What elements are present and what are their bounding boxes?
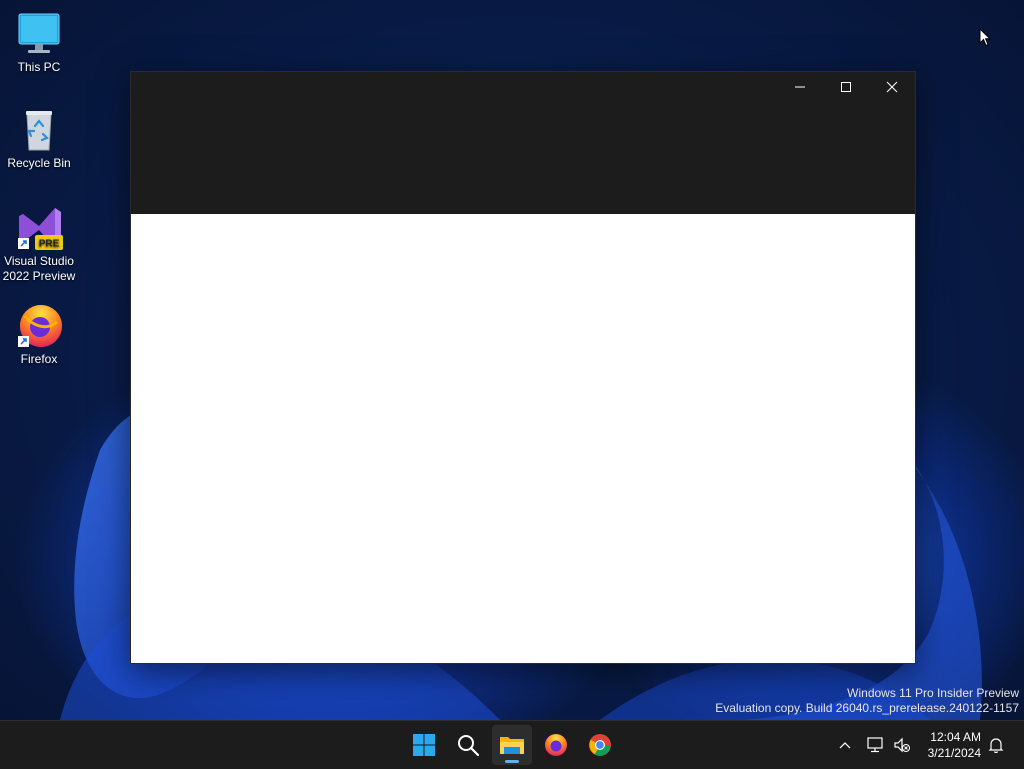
window-titlebar[interactable]: [131, 72, 915, 214]
monitor-icon: [15, 10, 63, 58]
desktop-icon-visual-studio[interactable]: PRE Visual Studio 2022 Preview: [2, 204, 76, 284]
desktop-icon-this-pc[interactable]: This PC: [2, 10, 76, 75]
windows-watermark: Windows 11 Pro Insider Preview Evaluatio…: [715, 686, 1019, 716]
app-window[interactable]: [130, 71, 916, 664]
search-button[interactable]: [448, 725, 488, 765]
chevron-up-icon: [839, 742, 851, 749]
chrome-taskbar-button[interactable]: [580, 725, 620, 765]
desktop-icon-label: This PC: [17, 60, 61, 74]
recycle-bin-icon: [15, 106, 63, 154]
taskbar: 12:04 AM 3/21/2024: [0, 720, 1024, 769]
clock-time: 12:04 AM: [930, 730, 981, 744]
network-status-button[interactable]: [864, 721, 888, 769]
desktop-icon-label-line1: Visual Studio: [4, 254, 74, 268]
start-button[interactable]: [404, 725, 444, 765]
desktop-icon-recycle-bin[interactable]: Recycle Bin: [2, 106, 76, 171]
folder-icon: [500, 737, 524, 754]
bell-icon: [988, 738, 1004, 753]
search-icon: [458, 735, 480, 757]
mouse-cursor-icon: [979, 28, 991, 47]
minimize-button[interactable]: [777, 72, 823, 102]
close-button[interactable]: [869, 72, 915, 102]
firefox-icon: [545, 734, 567, 756]
notifications-button[interactable]: [984, 721, 1008, 769]
file-explorer-button[interactable]: [492, 725, 532, 765]
show-hidden-icons-button[interactable]: [834, 721, 856, 769]
desktop-icon-label: Recycle Bin: [7, 156, 71, 170]
system-clock[interactable]: 12:04 AM 3/21/2024: [928, 729, 981, 761]
desktop-icon-firefox[interactable]: Firefox: [2, 302, 76, 367]
desktop-icon-label-line2: 2022 Preview: [2, 269, 76, 283]
visual-studio-icon: PRE: [15, 204, 63, 252]
chrome-icon: [589, 734, 611, 756]
window-content[interactable]: [131, 214, 915, 663]
desktop-icon-label: Firefox: [20, 352, 58, 366]
minimize-icon: [795, 86, 805, 88]
firefox-taskbar-button[interactable]: [536, 725, 576, 765]
volume-muted-icon: [894, 737, 910, 753]
firefox-icon: [15, 302, 63, 350]
network-icon: [867, 737, 883, 753]
watermark-edition: Windows 11 Pro Insider Preview: [847, 686, 1019, 700]
clock-date: 3/21/2024: [927, 746, 981, 760]
watermark-build: Evaluation copy. Build 26040.rs_prerelea…: [715, 701, 1019, 715]
pre-badge: PRE: [39, 239, 60, 250]
maximize-icon: [841, 82, 851, 92]
maximize-button[interactable]: [823, 72, 869, 102]
active-app-indicator: [505, 760, 519, 763]
close-icon: [886, 81, 898, 93]
volume-button[interactable]: [890, 721, 914, 769]
windows-logo-icon: [413, 734, 435, 756]
